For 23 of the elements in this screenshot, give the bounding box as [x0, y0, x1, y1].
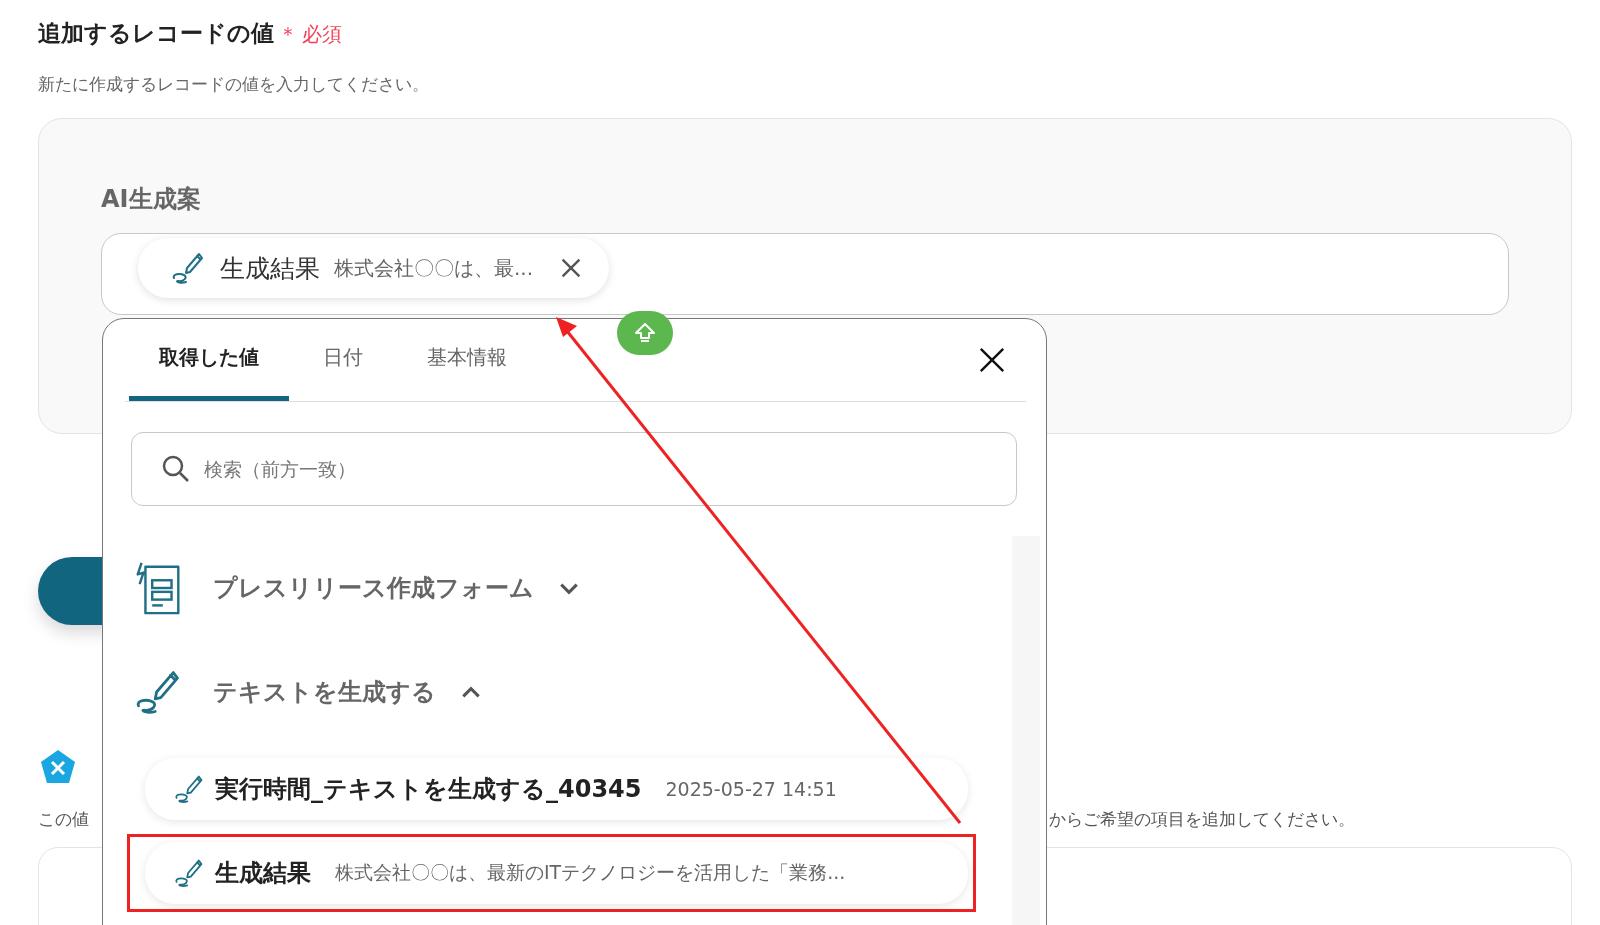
- field-label: AI生成案: [101, 184, 202, 215]
- description-text: からご希望の項目を追加してください。: [1049, 808, 1355, 831]
- up-arrow-icon: [633, 321, 657, 345]
- value-item[interactable]: 実行時間_テキストを生成する_40345 2025-05-27 14:51: [145, 758, 968, 820]
- pencil-icon: [170, 250, 206, 286]
- value-chip[interactable]: 生成結果 株式会社〇〇は、最...: [138, 238, 610, 298]
- section-title: 追加するレコードの値: [38, 19, 274, 48]
- pencil-icon: [173, 773, 205, 805]
- tab[interactable]: 日付: [293, 319, 393, 401]
- required-label: 必須: [302, 21, 342, 48]
- group-header[interactable]: テキストを生成する: [125, 640, 1012, 744]
- description-text: この値: [38, 808, 89, 831]
- pencil-icon: [173, 857, 205, 889]
- input-field[interactable]: 生成結果 株式会社〇〇は、最...: [101, 233, 1509, 315]
- section-description: 新たに作成するレコードの値を入力してください。: [38, 73, 430, 96]
- value-item[interactable]: 生成結果 株式会社〇〇は、最新のITテクノロジーを活用した「業務...: [145, 842, 968, 904]
- required-mark: ＊: [278, 21, 298, 48]
- search-field[interactable]: 検索（前方一致）: [131, 432, 1017, 506]
- tab[interactable]: 基本情報: [397, 319, 537, 401]
- tab[interactable]: 取得した値: [129, 319, 289, 401]
- group-header[interactable]: プレスリリース作成フォーム: [125, 536, 1012, 640]
- search-icon: [161, 454, 191, 484]
- close-icon[interactable]: [978, 346, 1006, 374]
